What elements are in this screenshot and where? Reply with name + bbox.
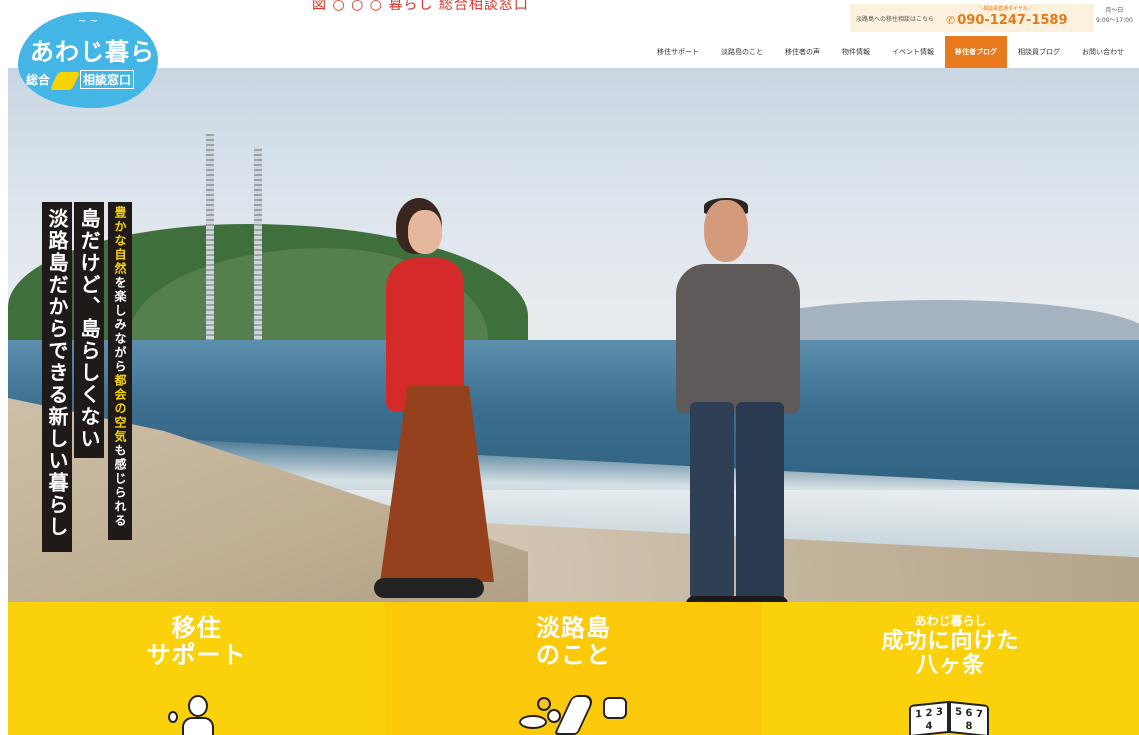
pylon-tower xyxy=(254,148,262,344)
tile-eight-rules[interactable]: あわじ暮らし 成功に向けた 八ヶ条 1 2 3 4 5 6 7 8 xyxy=(762,602,1139,735)
phone-number-text: 090-1247-1589 xyxy=(957,12,1068,28)
main-nav: 移住サポート 淡路島のこと 移住者の声 物件情報 イベント情報 移住者ブログ 相… xyxy=(646,36,1135,68)
person-waving-icon xyxy=(167,695,220,735)
feature-tiles: 移住 サポート 淡路島 のこと あわじ暮らし 成功に向けた 八ヶ条 1 2 3 4 5… xyxy=(8,602,1139,735)
tile-support[interactable]: 移住 サポート xyxy=(8,602,385,735)
nav-item-properties[interactable]: 物件情報 xyxy=(831,36,881,68)
logo-sub-left: 総合 xyxy=(26,73,51,87)
slogan-text: を楽しみながら xyxy=(113,276,127,374)
man-shirt xyxy=(676,264,800,414)
nav-item-support[interactable]: 移住サポート xyxy=(646,36,710,68)
business-days: 月〜日 xyxy=(1105,7,1124,14)
man-head xyxy=(704,200,748,262)
birds-icon: ~ ~ xyxy=(78,16,98,27)
contact-box[interactable]: 淡路島への移住相談はこちら ＼相談員直通ダイヤル／ ✆ 090-1247-1589 xyxy=(850,4,1094,32)
nav-item-migrant-blog[interactable]: 移住者ブログ xyxy=(945,36,1007,68)
nav-item-contact[interactable]: お問い合わせ xyxy=(1071,36,1135,68)
page-caption: 図 ○ ○ ○ 暮らし 総合相談窓口 xyxy=(312,0,529,13)
hero-slogan-small: 豊かな自然を楽しみながら都会の空気も感じられる xyxy=(108,202,132,540)
nav-item-voices[interactable]: 移住者の声 xyxy=(774,36,831,68)
contact-lead: 淡路島への移住相談はこちら xyxy=(856,15,935,23)
logo-title: あわじ暮らし xyxy=(30,37,180,66)
hero-slogan-sub: 島だけど、島らしくない xyxy=(74,202,104,458)
tile-title: 淡路島 のこと xyxy=(536,614,611,669)
phone-number[interactable]: ✆ 090-1247-1589 xyxy=(946,13,1068,28)
island-shape-icon xyxy=(49,71,81,90)
island-specialties-icon xyxy=(518,691,629,735)
logo-subtitle: 総合 相談窓口 xyxy=(26,70,135,90)
tile-about-awaji[interactable]: 淡路島 のこと xyxy=(385,602,762,735)
business-hours: 月〜日 9:00〜17:00 xyxy=(1096,6,1133,26)
man-jeans xyxy=(690,402,734,600)
logo-sub-right: 相談窓口 xyxy=(80,70,135,89)
site-logo[interactable]: ~ ~ あわじ暮らし 総合 相談窓口 xyxy=(18,12,179,108)
woman-face xyxy=(408,210,442,254)
book-page-left: 1 2 3 4 xyxy=(908,700,949,735)
tile-title: 成功に向けた 八ヶ条 xyxy=(881,629,1020,678)
slogan-highlight-nature: 豊かな自然 xyxy=(113,206,127,276)
man-jeans xyxy=(736,402,784,602)
book-page-right: 5 6 7 8 xyxy=(948,700,989,735)
hero-slogan-main: 淡路島だからできる新しい暮らし xyxy=(42,202,72,552)
tile-title: 移住 サポート xyxy=(146,614,247,669)
slogan-highlight-city: 都会の空気 xyxy=(113,374,127,444)
nav-item-about-awaji[interactable]: 淡路島のこと xyxy=(710,36,774,68)
open-book-icon: 1 2 3 4 5 6 7 8 xyxy=(908,699,993,735)
nav-item-advisor-blog[interactable]: 相談員ブログ xyxy=(1007,36,1071,68)
hero-photo xyxy=(8,68,1139,602)
woman-shoes xyxy=(374,578,484,598)
pylon-tower xyxy=(206,134,214,344)
business-time: 9:00〜17:00 xyxy=(1096,17,1133,24)
tile-pre-title: あわじ暮らし xyxy=(914,614,987,628)
phone-icon: ✆ xyxy=(946,13,956,27)
contact-dial-label: ＼相談員直通ダイヤル／ xyxy=(978,6,1033,12)
slogan-text: も感じられる xyxy=(113,444,127,528)
nav-item-events[interactable]: イベント情報 xyxy=(881,36,945,68)
